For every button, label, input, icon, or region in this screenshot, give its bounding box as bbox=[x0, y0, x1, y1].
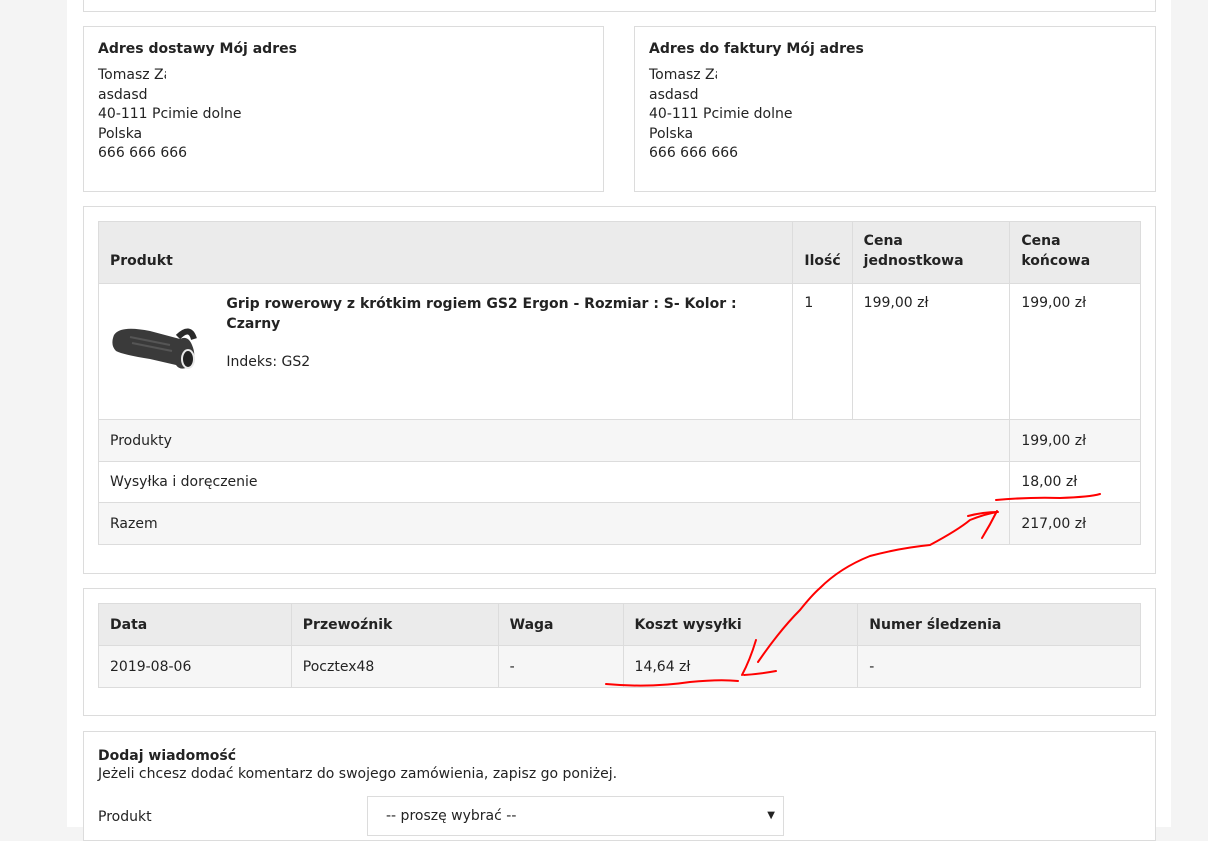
product-total-price: 199,00 zł bbox=[1009, 283, 1141, 420]
summary-label-total: Razem bbox=[97, 502, 1011, 545]
summary-value-shipping: 18,00 zł bbox=[1009, 461, 1141, 503]
redaction-mark bbox=[166, 67, 219, 83]
bike-grip-icon bbox=[112, 328, 197, 369]
order-header-box bbox=[83, 0, 1156, 12]
delivery-address-box: Adres dostawy Mój adres Tomasz Za asdasd… bbox=[83, 26, 604, 192]
col-header-date: Data bbox=[98, 603, 292, 646]
delivery-name: Tomasz Za bbox=[98, 67, 173, 83]
summary-row: Produkty 199,00 zł bbox=[97, 419, 1141, 462]
shipping-table: Data Przewoźnik Waga Koszt wysyłki Numer… bbox=[98, 603, 1141, 688]
col-header-qty: Ilość bbox=[792, 221, 853, 284]
table-row: Grip rowerowy z krótkim rogiem GS2 Ergon… bbox=[98, 283, 1141, 420]
summary-label-products: Produkty bbox=[97, 419, 1011, 462]
invoice-street: asdasd bbox=[649, 86, 699, 103]
invoice-phone: 666 666 666 bbox=[649, 145, 739, 162]
add-message-hint: Jeżeli chcesz dodać komentarz do swojego… bbox=[98, 766, 618, 782]
shipping-box: Data Przewoźnik Waga Koszt wysyłki Numer… bbox=[83, 588, 1156, 716]
invoice-address-title: Adres do faktury Mój adres bbox=[649, 41, 864, 57]
delivery-street: asdasd bbox=[98, 86, 148, 103]
summary-row: Razem 217,00 zł bbox=[97, 502, 1141, 545]
table-row: 2019-08-06 Pocztex48 - 14,64 zł - bbox=[98, 645, 1141, 688]
add-message-title: Dodaj wiadomość bbox=[98, 748, 237, 764]
invoice-address-lines: Tomasz Za asdasd 40-111 Pcimie dolne Pol… bbox=[649, 66, 793, 164]
product-name[interactable]: Grip rowerowy z krótkim rogiem GS2 Ergon… bbox=[226, 284, 781, 334]
order-details-page: Adres dostawy Mój adres Tomasz Za asdasd… bbox=[67, 0, 1171, 841]
product-index: Indeks: GS2 bbox=[226, 354, 311, 370]
invoice-address-box: Adres do faktury Mój adres Tomasz Za asd… bbox=[634, 26, 1156, 192]
col-header-total-price: Cena końcowa bbox=[1009, 221, 1141, 284]
col-header-shipping-cost: Koszt wysyłki bbox=[622, 603, 859, 646]
order-products-table: Produkt Ilość Cena jednostkowa Cena końc… bbox=[97, 221, 1141, 545]
delivery-address-lines: Tomasz Za asdasd 40-111 Pcimie dolne Pol… bbox=[98, 66, 242, 164]
product-unit-price: 199,00 zł bbox=[851, 283, 1011, 420]
summary-row: Wysyłka i doręczenie 18,00 zł bbox=[97, 461, 1141, 503]
shipping-date: 2019-08-06 bbox=[98, 645, 292, 688]
order-products-box: Produkt Ilość Cena jednostkowa Cena końc… bbox=[83, 206, 1156, 574]
invoice-country: Polska bbox=[649, 125, 694, 142]
invoice-city: 40-111 Pcimie dolne bbox=[649, 106, 793, 123]
col-header-weight: Waga bbox=[497, 603, 624, 646]
shipping-weight: - bbox=[497, 645, 624, 688]
shipping-tracking[interactable]: - bbox=[857, 645, 1141, 688]
product-select-label: Produkt bbox=[98, 809, 152, 825]
product-qty: 1 bbox=[792, 283, 853, 420]
delivery-address-title: Adres dostawy Mój adres bbox=[98, 41, 297, 57]
product-select[interactable]: -- proszę wybrać -- ▼ bbox=[367, 796, 784, 836]
invoice-name: Tomasz Za bbox=[649, 67, 724, 83]
delivery-phone: 666 666 666 bbox=[98, 145, 188, 162]
col-header-unit-price: Cena jednostkowa bbox=[851, 221, 1011, 284]
summary-value-products: 199,00 zł bbox=[1009, 419, 1141, 462]
delivery-city: 40-111 Pcimie dolne bbox=[98, 106, 242, 123]
summary-label-shipping: Wysyłka i doręczenie bbox=[97, 461, 1011, 503]
col-header-tracking: Numer śledzenia bbox=[857, 603, 1141, 646]
caret-down-icon: ▼ bbox=[767, 810, 775, 821]
summary-value-total: 217,00 zł bbox=[1009, 502, 1141, 545]
delivery-country: Polska bbox=[98, 125, 143, 142]
shipping-cost: 14,64 zł bbox=[622, 645, 859, 688]
shipping-carrier: Pocztex48 bbox=[290, 645, 499, 688]
add-message-box: Dodaj wiadomość Jeżeli chcesz dodać kome… bbox=[83, 731, 1156, 841]
col-header-carrier: Przewoźnik bbox=[290, 603, 499, 646]
redaction-mark bbox=[717, 67, 770, 83]
product-image[interactable] bbox=[110, 295, 197, 407]
product-select-value: -- proszę wybrać -- bbox=[386, 808, 517, 824]
col-header-product: Produkt bbox=[97, 221, 794, 284]
